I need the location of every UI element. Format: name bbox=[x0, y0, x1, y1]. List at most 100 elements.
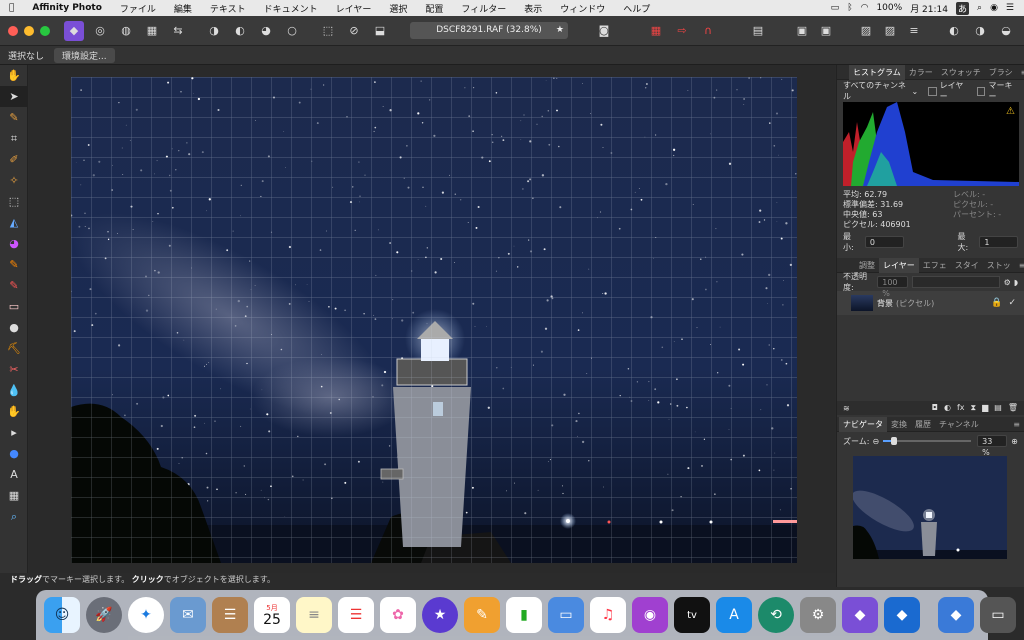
assistant-icon[interactable]: ⇨ bbox=[672, 21, 692, 41]
order-icon[interactable]: ▨ bbox=[856, 21, 876, 41]
opacity-field[interactable]: 100 % bbox=[877, 276, 909, 298]
affinity-photo-icon[interactable]: ◆ bbox=[842, 597, 878, 633]
red-eye-icon[interactable]: ✂ bbox=[0, 359, 28, 380]
lock-icon[interactable]: 🔒 bbox=[991, 298, 1002, 308]
system-preferences-icon[interactable]: ⚙ bbox=[800, 597, 836, 633]
max-field[interactable]: 1 bbox=[979, 236, 1018, 248]
calendar-icon[interactable]: 5月 25 bbox=[254, 597, 290, 633]
siri-icon[interactable]: ◉ bbox=[990, 3, 998, 13]
clock[interactable]: 月 21:14 bbox=[910, 2, 948, 15]
layers-stack-icon[interactable]: ≋ bbox=[843, 404, 850, 413]
smudge-brush-icon[interactable]: ✋ bbox=[0, 401, 28, 422]
menu-arrange[interactable]: 配置 bbox=[416, 2, 452, 15]
menu-edit[interactable]: 編集 bbox=[165, 2, 201, 15]
tv-icon[interactable]: tv bbox=[674, 597, 710, 633]
marquee-mode-icon[interactable]: ⬚ bbox=[318, 21, 338, 41]
apple-icon[interactable]:  bbox=[0, 3, 23, 13]
liquify-persona-icon[interactable]: ◎ bbox=[90, 21, 110, 41]
tab-transform[interactable]: 変換 bbox=[887, 419, 911, 430]
flip-icon[interactable]: ▨ bbox=[880, 21, 900, 41]
photo-persona-icon[interactable]: ◆ bbox=[64, 20, 84, 41]
contacts-icon[interactable]: ☰ bbox=[212, 597, 248, 633]
studio-link-icon-2[interactable]: ◑ bbox=[970, 21, 990, 41]
app-store-icon[interactable]: A bbox=[716, 597, 752, 633]
menu-window[interactable]: ウィンドウ bbox=[551, 2, 614, 15]
erase-brush-icon[interactable]: ▭ bbox=[0, 296, 28, 317]
close-window-icon[interactable] bbox=[8, 25, 18, 36]
quick-mask-icon[interactable]: ◙ bbox=[594, 21, 614, 41]
preview-icon[interactable]: ✉ bbox=[170, 597, 206, 633]
gear-icon[interactable]: ⚙ bbox=[1004, 278, 1011, 287]
search-icon[interactable]: ⌕ bbox=[977, 3, 982, 13]
tab-layers[interactable]: レイヤー bbox=[879, 257, 919, 273]
tab-adjustments[interactable]: 調整 bbox=[855, 260, 879, 271]
numbers-icon[interactable]: ▮ bbox=[506, 597, 542, 633]
zoom-out-icon[interactable]: ⊖ bbox=[872, 437, 879, 446]
fx-icon[interactable]: fx bbox=[957, 403, 965, 413]
dodge-brush-icon[interactable]: ● bbox=[0, 317, 28, 338]
launchpad-icon[interactable]: 🚀 bbox=[86, 597, 122, 633]
flood-fill-icon[interactable]: ◭ bbox=[0, 212, 28, 233]
minimize-window-icon[interactable] bbox=[24, 25, 34, 36]
music-icon[interactable]: ♫ bbox=[590, 597, 626, 633]
tab-styles[interactable]: スタイ bbox=[951, 260, 983, 271]
menu-select[interactable]: 選択 bbox=[380, 2, 416, 15]
pages-icon[interactable]: ✎ bbox=[464, 597, 500, 633]
menu-text[interactable]: テキスト bbox=[201, 2, 255, 15]
mask-icon[interactable]: ◘ bbox=[932, 403, 938, 413]
hand-tool-icon[interactable]: ✋ bbox=[0, 65, 28, 86]
develop-persona-icon[interactable]: ◍ bbox=[116, 21, 136, 41]
zoom-slider-handle[interactable] bbox=[891, 437, 898, 445]
notes-icon[interactable]: ≡ bbox=[296, 597, 332, 633]
tone-mapping-persona-icon[interactable]: ▦ bbox=[142, 21, 162, 41]
layer-row[interactable]: 背景 (ピクセル) 🔒 ✓ bbox=[837, 291, 1024, 315]
menu-layer[interactable]: レイヤー bbox=[327, 2, 381, 15]
delete-layer-icon[interactable]: 🗑 bbox=[1008, 403, 1018, 413]
marquee-checkbox[interactable] bbox=[976, 86, 986, 96]
blend-mode-icon[interactable]: ◗ bbox=[1014, 278, 1018, 287]
studio-link-icon-1[interactable]: ◐ bbox=[944, 21, 964, 41]
hsl-icon[interactable]: ◕ bbox=[256, 21, 276, 41]
white-balance-icon[interactable]: ○ bbox=[282, 21, 302, 41]
marquee-tool-icon[interactable]: ⬚ bbox=[0, 191, 28, 212]
export-persona-icon[interactable]: ⇆ bbox=[168, 21, 188, 41]
flood-select-icon[interactable]: ✧ bbox=[0, 170, 28, 191]
document-tab[interactable]: DSCF8291.RAF (32.8%) ★ bbox=[410, 22, 568, 39]
tab-histogram[interactable]: ヒストグラム bbox=[849, 64, 905, 80]
podcasts-icon[interactable]: ◉ bbox=[632, 597, 668, 633]
tab-color[interactable]: カラー bbox=[905, 67, 937, 78]
distribute-icon[interactable]: ▣ bbox=[816, 21, 836, 41]
navigator-thumbnail[interactable] bbox=[853, 456, 1007, 559]
tab-navigator[interactable]: ナビゲータ bbox=[839, 416, 887, 432]
arrange-icon[interactable]: ▤ bbox=[748, 21, 768, 41]
menu-file[interactable]: ファイル bbox=[111, 2, 165, 15]
crop-tool-icon[interactable]: ⌗ bbox=[0, 128, 28, 149]
align-menu-icon[interactable]: ≡ bbox=[904, 21, 924, 41]
affinity-designer-2-icon[interactable]: ◆ bbox=[938, 597, 974, 633]
affinity-designer-icon[interactable]: ◆ bbox=[884, 597, 920, 633]
zoom-in-icon[interactable]: ⊕ bbox=[1011, 437, 1018, 446]
clone-brush-icon[interactable]: ✎ bbox=[0, 275, 28, 296]
adjustment-icon[interactable]: ◐ bbox=[944, 403, 951, 413]
zoom-tool-icon[interactable]: ⌕ bbox=[0, 506, 28, 527]
canvas-area[interactable] bbox=[29, 65, 835, 573]
grid-toggle-icon[interactable]: ▦ bbox=[646, 21, 666, 41]
photos-icon[interactable]: ✿ bbox=[380, 597, 416, 633]
keynote-icon[interactable]: ▭ bbox=[548, 597, 584, 633]
paint-brush-icon[interactable]: ✎ bbox=[0, 254, 28, 275]
input-method[interactable]: あ bbox=[956, 1, 970, 15]
add-layer-icon[interactable]: ▤ bbox=[994, 403, 1002, 413]
text-tool-icon[interactable]: A bbox=[0, 464, 28, 485]
airplay-icon[interactable]: ▭ bbox=[831, 3, 840, 13]
menu-view[interactable]: 表示 bbox=[515, 2, 551, 15]
reminders-icon[interactable]: ☰ bbox=[338, 597, 374, 633]
document-image[interactable] bbox=[71, 77, 797, 563]
visibility-checkbox[interactable]: ✓ bbox=[1008, 298, 1016, 308]
color-picker-icon[interactable]: ✎ bbox=[0, 107, 28, 128]
screenshot-icon[interactable]: ▭ bbox=[980, 597, 1016, 633]
imovie-icon[interactable]: ★ bbox=[422, 597, 458, 633]
contrast-icon[interactable]: ◐ bbox=[230, 21, 250, 41]
tab-history[interactable]: 履歴 bbox=[911, 419, 935, 430]
tab-effects[interactable]: エフェ bbox=[919, 260, 951, 271]
group-icon[interactable]: ▆ bbox=[982, 403, 988, 413]
